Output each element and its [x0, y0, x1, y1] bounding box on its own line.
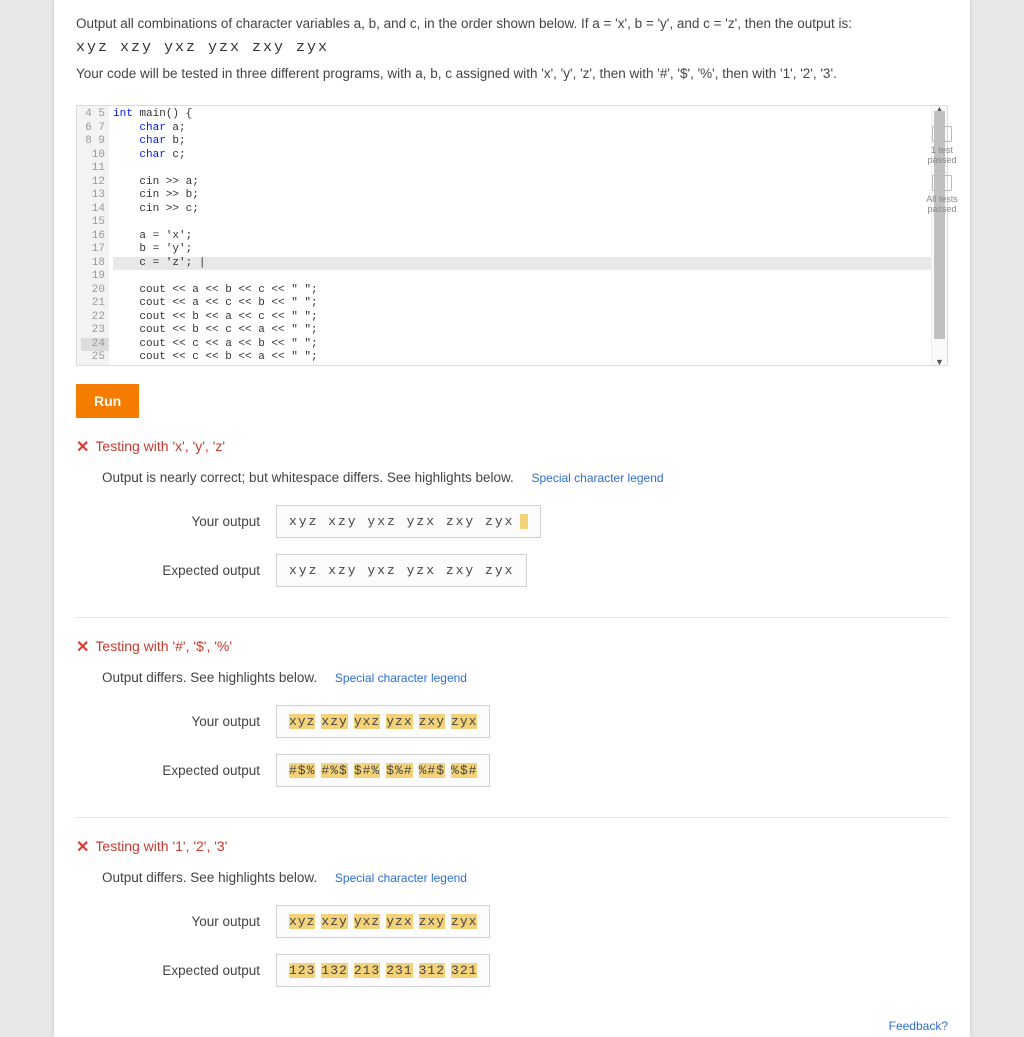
editor-gutter: 4 5 6 7 8 9 10 11 12 13 14 15 16 17 18 1…	[77, 106, 109, 365]
output-row: Expected output123132213231312321	[146, 954, 948, 987]
output-box: xyzxzyyxzyzxzxyzyx	[276, 905, 490, 938]
output-label: Expected output	[146, 963, 276, 978]
output-box: xyzxzyyxzyzxzxyzyx	[276, 705, 490, 738]
output-row: Your outputxyz xzy yxz yzx zxy zyx	[146, 505, 948, 538]
output-row: Your outputxyzxzyyxzyzxzxyzyx	[146, 905, 948, 938]
test-badges: 1 testpassed All testspassed	[922, 126, 962, 224]
output-label: Your output	[146, 914, 276, 929]
special-char-legend-link[interactable]: Special character legend	[335, 671, 467, 685]
output-label: Your output	[146, 514, 276, 529]
test-message: Output is nearly correct; but whitespace…	[102, 470, 948, 485]
prompt-line-1: Output all combinations of character var…	[76, 16, 948, 31]
feedback-link[interactable]: Feedback?	[889, 1019, 948, 1033]
prompt-sample-output: xyz xzy yxz yzx zxy zyx	[76, 39, 948, 56]
test-message: Output differs. See highlights below. Sp…	[102, 670, 948, 685]
run-button[interactable]: Run	[76, 384, 139, 418]
output-row: Expected outputxyz xzy yxz yzx zxy zyx	[146, 554, 948, 587]
fail-icon: ✕	[76, 439, 89, 456]
fail-icon: ✕	[76, 839, 89, 856]
code-editor[interactable]: 4 5 6 7 8 9 10 11 12 13 14 15 16 17 18 1…	[76, 105, 948, 366]
special-char-legend-link[interactable]: Special character legend	[531, 471, 663, 485]
badge-one-test-icon	[932, 126, 952, 142]
prompt-line-2: Your code will be tested in three differ…	[76, 66, 948, 81]
output-box: xyz xzy yxz yzx zxy zyx	[276, 505, 541, 538]
output-box: #$%#%$$#%$%#%#$%$#	[276, 754, 490, 787]
test-block-0: ✕Testing with 'x', 'y', 'z' Output is nea…	[76, 436, 948, 617]
output-label: Your output	[146, 714, 276, 729]
output-box: 123132213231312321	[276, 954, 490, 987]
test-title: ✕Testing with '1', '2', '3'	[76, 836, 948, 856]
output-box: xyz xzy yxz yzx zxy zyx	[276, 554, 527, 587]
output-label: Expected output	[146, 763, 276, 778]
test-block-1: ✕Testing with '#', '$', '%' Output differ…	[76, 617, 948, 817]
output-label: Expected output	[146, 563, 276, 578]
special-char-legend-link[interactable]: Special character legend	[335, 871, 467, 885]
test-message: Output differs. See highlights below. Sp…	[102, 870, 948, 885]
output-row: Your outputxyzxzyyxzyzxzxyzyx	[146, 705, 948, 738]
scroll-down-icon[interactable]: ▼	[932, 356, 947, 366]
editor-code[interactable]: int main() { char a; char b; char c; cin…	[109, 106, 931, 365]
output-row: Expected output#$%#%$$#%$%#%#$%$#	[146, 754, 948, 787]
test-title: ✕Testing with 'x', 'y', 'z'	[76, 436, 948, 456]
test-title: ✕Testing with '#', '$', '%'	[76, 636, 948, 656]
test-block-2: ✕Testing with '1', '2', '3' Output differ…	[76, 817, 948, 1017]
badge-all-tests-icon	[932, 175, 952, 191]
fail-icon: ✕	[76, 639, 89, 656]
